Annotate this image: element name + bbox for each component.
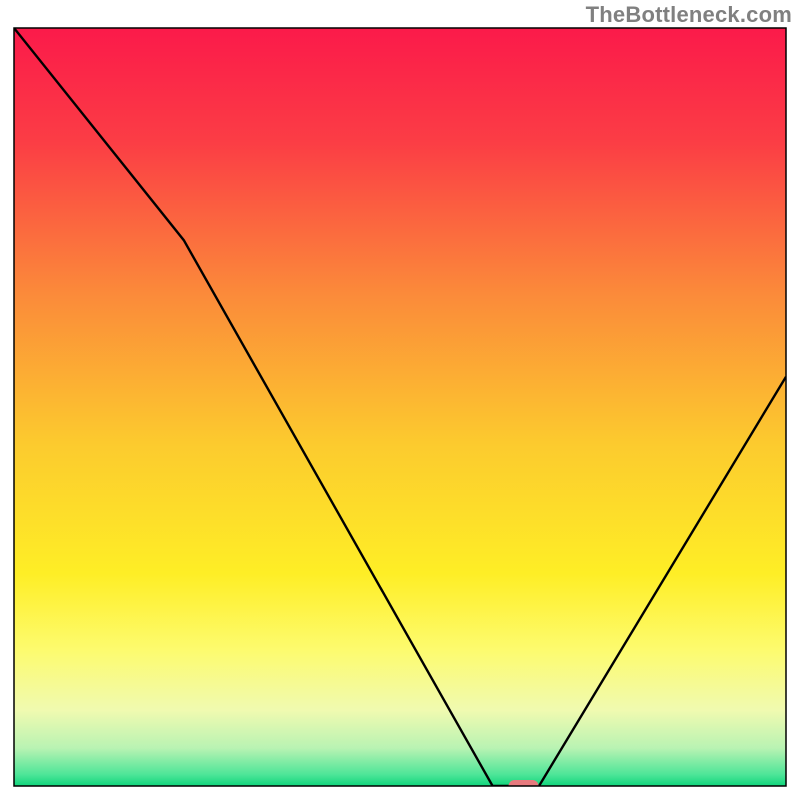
plot-svg bbox=[0, 0, 800, 800]
gradient-background bbox=[14, 28, 786, 786]
bottleneck-chart: TheBottleneck.com bbox=[0, 0, 800, 800]
watermark-text: TheBottleneck.com bbox=[586, 2, 792, 28]
